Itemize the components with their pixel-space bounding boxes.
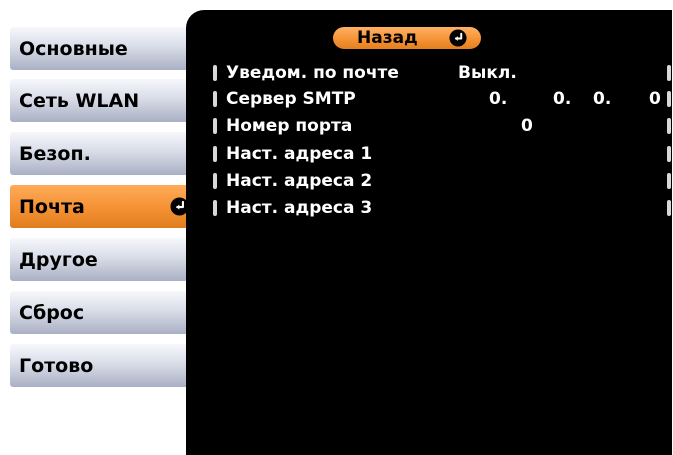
back-button[interactable]: Назад xyxy=(333,27,481,49)
row-label: Сервер SMTP xyxy=(226,89,356,109)
row-label: Наст. адреса 2 xyxy=(226,171,373,191)
sidebar-item-label: Безоп. xyxy=(19,142,91,165)
sidebar-item-label: Сброс xyxy=(19,301,85,324)
sidebar-item-label: Почта xyxy=(19,195,85,218)
row-label: Уведом. по почте xyxy=(226,63,399,83)
back-button-label: Назад xyxy=(357,28,418,48)
row-label: Наст. адреса 3 xyxy=(226,198,373,218)
smtp-octet-3[interactable]: 0. xyxy=(593,88,611,110)
row-address-1[interactable]: Наст. адреса 1 xyxy=(213,143,671,165)
enter-icon xyxy=(449,29,467,47)
sidebar-item-mail[interactable]: Почта xyxy=(10,185,196,228)
row-label: Номер порта xyxy=(226,116,353,136)
sidebar-item-reset[interactable]: Сброс xyxy=(10,291,196,334)
row-value: 0 xyxy=(521,116,533,136)
row-smtp-server[interactable]: Сервер SMTP 0. 0. 0. 0 xyxy=(213,88,671,110)
smtp-octet-4[interactable]: 0 xyxy=(649,88,661,110)
smtp-octet-2[interactable]: 0. xyxy=(553,88,571,110)
sidebar-item-label: Готово xyxy=(19,354,94,377)
sidebar-item-wlan[interactable]: Сеть WLAN xyxy=(10,79,196,122)
sidebar-item-security[interactable]: Безоп. xyxy=(10,132,196,175)
row-label: Наст. адреса 1 xyxy=(226,144,373,164)
sidebar-menu: Основные Сеть WLAN Безоп. Почта Другое С… xyxy=(0,0,200,455)
sidebar-item-label: Другое xyxy=(19,248,98,271)
sidebar-item-basic[interactable]: Основные xyxy=(10,27,196,70)
row-value: Выкл. xyxy=(458,63,517,83)
row-address-3[interactable]: Наст. адреса 3 xyxy=(213,197,671,219)
sidebar-item-label: Сеть WLAN xyxy=(19,89,140,112)
row-address-2[interactable]: Наст. адреса 2 xyxy=(213,170,671,192)
row-email-notification[interactable]: Уведом. по почте Выкл. xyxy=(213,62,671,84)
row-port-number[interactable]: Номер порта 0 xyxy=(213,115,671,137)
sidebar-item-done[interactable]: Готово xyxy=(10,344,196,387)
sidebar-item-other[interactable]: Другое xyxy=(10,238,196,281)
sidebar-item-label: Основные xyxy=(19,37,128,60)
smtp-octet-1[interactable]: 0. xyxy=(489,88,507,110)
